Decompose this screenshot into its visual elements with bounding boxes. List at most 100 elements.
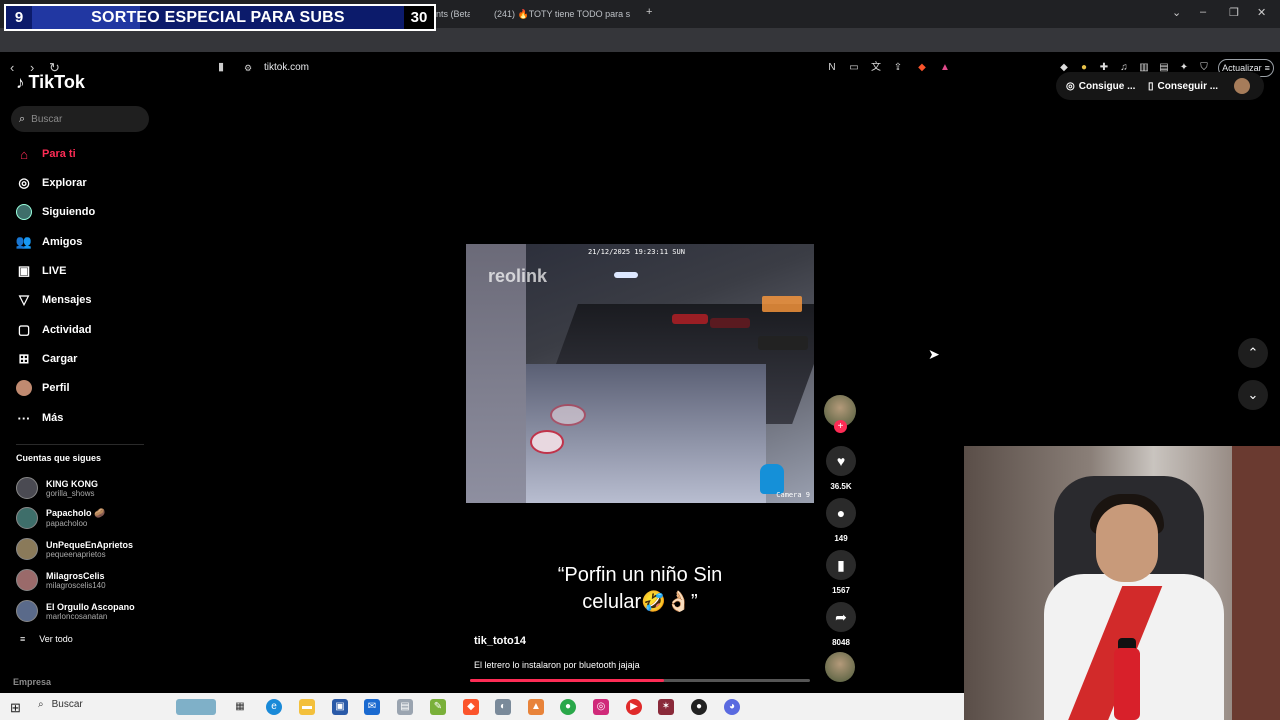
search-highlight-icon[interactable] — [176, 699, 216, 715]
video-author[interactable]: tik_toto14 — [474, 635, 526, 647]
obs-icon[interactable]: ● — [691, 699, 707, 715]
following-account[interactable]: El Orgullo Ascopano marloncosanatan — [16, 598, 135, 624]
cast-icon[interactable]: ▭ — [848, 62, 860, 74]
profile-avatar-icon — [16, 380, 32, 396]
sound-avatar[interactable] — [825, 652, 855, 682]
close-icon[interactable]: ✕ — [1257, 6, 1266, 19]
account-handle: gorilla_shows — [46, 488, 95, 498]
notes-icon[interactable]: ✎ — [430, 699, 446, 715]
discord-icon[interactable]: ◕ — [724, 699, 740, 715]
sidebar-item-actividad[interactable]: ▢ Actividad — [16, 320, 92, 340]
account-name: Papacholo 🥔 — [46, 508, 106, 518]
follow-plus-icon[interactable]: + — [834, 420, 847, 433]
minimize-icon[interactable]: – — [1200, 6, 1206, 18]
video-player[interactable]: 21/12/2025 19:23:11 SUN reolink Camera 9 — [466, 244, 814, 503]
sidebar-divider — [16, 444, 144, 445]
sidebar-item-para-ti[interactable]: ⌂ Para ti — [16, 144, 76, 164]
back-icon[interactable]: ‹ — [10, 60, 14, 75]
share-button[interactable]: ➦ — [826, 602, 856, 632]
sidebar-item-perfil[interactable]: Perfil — [16, 378, 70, 398]
video-frame-sign — [550, 404, 586, 426]
brave-rewards-icon[interactable]: ▲ — [939, 62, 951, 74]
save-button[interactable]: ▮ — [826, 550, 856, 580]
tiktok-note-icon: ♪ — [16, 72, 25, 92]
brave-icon[interactable]: ◆ — [463, 699, 479, 715]
app-icon-4[interactable]: ✶ — [658, 699, 674, 715]
edge-icon[interactable]: e — [266, 699, 282, 715]
search-icon: ⌕ — [38, 699, 44, 710]
heart-icon: ♥ — [836, 453, 846, 469]
user-avatar[interactable] — [1234, 78, 1250, 94]
next-video-button[interactable]: ⌄ — [1238, 380, 1268, 410]
save-count: 1567 — [832, 586, 850, 595]
store-icon[interactable]: ▣ — [332, 699, 348, 715]
bookmark-icon[interactable]: ▮ — [218, 60, 224, 73]
share-icon[interactable]: ⇪ — [892, 62, 904, 74]
chevron-up-icon: ⌃ — [1247, 345, 1259, 360]
youtube-icon[interactable]: ▶ — [626, 699, 642, 715]
previous-video-button[interactable]: ⌃ — [1238, 338, 1268, 368]
comment-button[interactable]: ● — [826, 498, 856, 528]
compass-icon: ◎ — [18, 175, 30, 190]
chrome-icon[interactable]: ● — [560, 699, 576, 715]
menu-icon: ≡ — [1264, 63, 1270, 73]
see-all-link[interactable]: ≡ Ver todo — [20, 634, 73, 644]
sidebar-item-amigos[interactable]: 👥 Amigos — [16, 232, 82, 252]
following-avatar-icon — [16, 204, 32, 220]
video-frame-car — [672, 314, 708, 324]
video-progress-bar[interactable] — [470, 679, 810, 682]
file-explorer-icon[interactable]: ▬ — [299, 699, 315, 715]
home-icon: ⌂ — [20, 146, 28, 162]
app-icon[interactable]: ▤ — [397, 699, 413, 715]
sidebar-item-label: Perfil — [42, 382, 70, 394]
mail-icon[interactable]: ✉ — [364, 699, 380, 715]
account-avatar — [16, 507, 38, 529]
windows-taskbar: ⊞ ⌕ Buscar ▦ e ▬ ▣ ✉ ▤ ✎ ◆ ◐ ▲ ● ◎ ▶ ✶ ●… — [0, 693, 964, 720]
sidebar-item-explorar[interactable]: ◎ Explorar — [16, 173, 86, 193]
following-account[interactable]: MilagrosCelis milagroscelis140 — [16, 567, 106, 593]
translate-icon[interactable]: 文 — [870, 62, 882, 74]
sidebar-item-mas[interactable]: ··· Más — [16, 408, 64, 428]
new-tab-icon[interactable]: + — [646, 6, 652, 18]
button-label: Conseguir ... — [1157, 80, 1219, 92]
app-icon-2[interactable]: ◐ — [495, 699, 511, 715]
bookmark-icon: ▮ — [837, 556, 845, 573]
banner-title: SORTEO ESPECIAL PARA SUBS — [91, 8, 345, 26]
brave-shield-icon[interactable]: ◆ — [916, 62, 928, 74]
no-tracking-icon[interactable]: N — [826, 62, 838, 74]
sidebar-item-label: Mensajes — [42, 294, 92, 306]
camera-brand-watermark: reolink — [488, 266, 548, 286]
site-info-icon[interactable]: ⚙ — [244, 63, 252, 74]
get-app-button[interactable]: ▯ Conseguir ... — [1148, 76, 1218, 96]
sidebar-item-live[interactable]: ▣ LIVE — [16, 261, 67, 281]
streamer-webcam — [964, 446, 1280, 720]
windows-start-icon[interactable]: ⊞ — [10, 700, 21, 716]
search-input[interactable]: ⌕ Buscar — [11, 106, 149, 132]
video-frame-car — [758, 336, 808, 350]
live-icon: ▣ — [17, 263, 31, 278]
following-account[interactable]: UnPequeEnAprietos pequeenaprietos — [16, 536, 133, 562]
tab-list-icon[interactable]: ⌄ — [1172, 6, 1181, 19]
sidebar-item-siguiendo[interactable]: Siguiendo — [16, 202, 95, 222]
instagram-icon[interactable]: ◎ — [593, 699, 609, 715]
address-bar: ‹ › ↻ ▮ ⚙ tiktok.com N ▭ 文 ⇪ ◆ ▲ ◆ ● ✚ ♫… — [0, 28, 1280, 77]
following-account[interactable]: KING KONG gorilla_shows — [16, 475, 98, 501]
maximize-icon[interactable]: ❐ — [1229, 6, 1239, 19]
sidebar-item-mensajes[interactable]: ▽ Mensajes — [16, 290, 92, 310]
like-button[interactable]: ♥ — [826, 446, 856, 476]
get-coins-button[interactable]: ◎ Consigue ... — [1066, 76, 1135, 96]
url-field[interactable]: tiktok.com — [264, 62, 309, 73]
list-icon: ≡ — [20, 634, 26, 644]
app-icon-3[interactable]: ▲ — [528, 699, 544, 715]
tab-youtube[interactable]: (241) 🔥TOTY tiene TODO para ser — [488, 5, 630, 23]
taskbar-search[interactable]: ⌕ Buscar — [38, 699, 83, 710]
tiktok-logo[interactable]: ♪ TikTok — [16, 72, 85, 93]
activity-icon: ▢ — [17, 322, 31, 337]
company-link[interactable]: Empresa — [13, 677, 51, 687]
video-caption-overlay: “Porfin un niño Sin celular🤣👌🏻” — [557, 564, 723, 613]
following-account[interactable]: Papacholo 🥔 papacholoo — [16, 505, 105, 531]
sidebar-item-cargar[interactable]: ⊞ Cargar — [16, 349, 78, 369]
task-view-icon[interactable]: ▦ — [232, 699, 248, 715]
account-handle: marloncosanatan — [46, 611, 108, 621]
account-avatar — [16, 600, 38, 622]
